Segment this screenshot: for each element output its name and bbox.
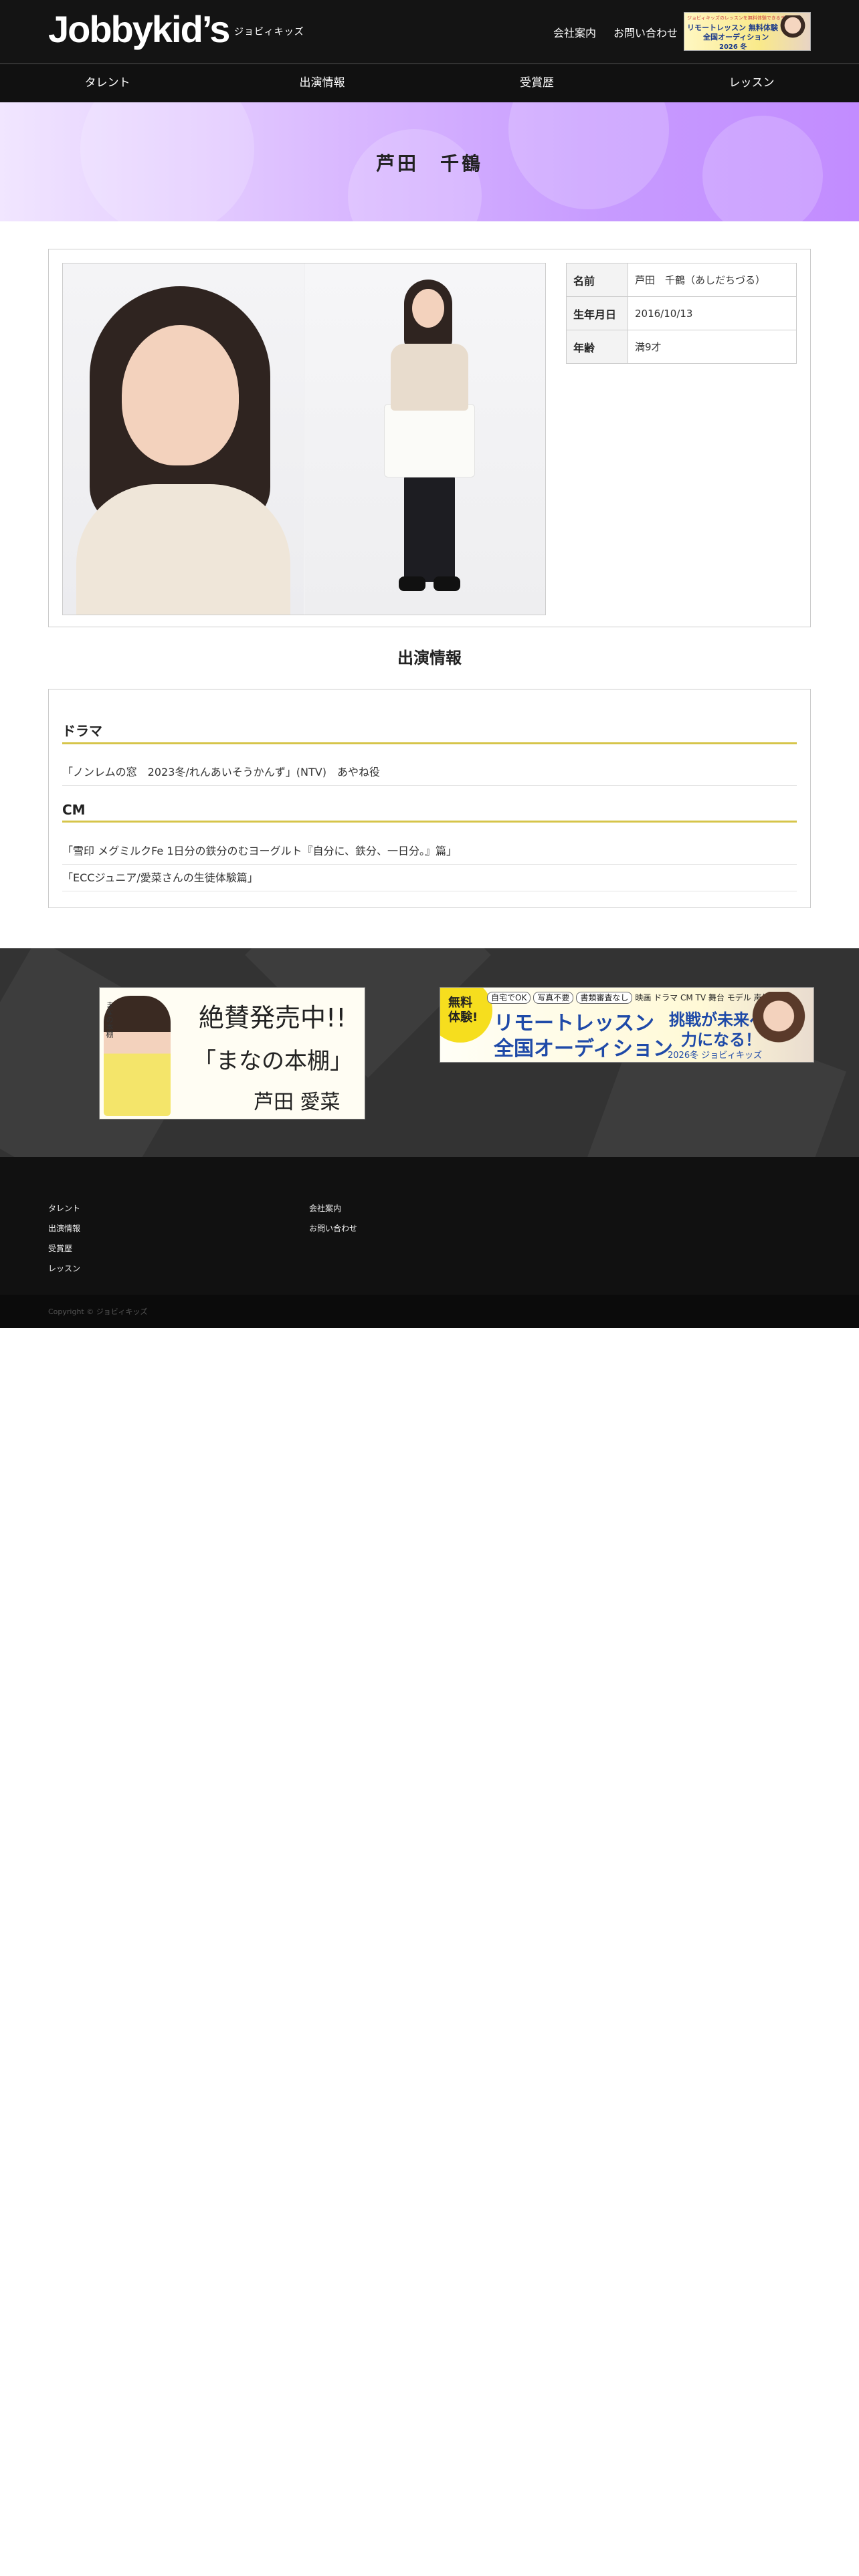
portrait-face: [122, 325, 239, 465]
profile-label: 生年月日: [566, 296, 628, 330]
category-heading-cm: CM: [62, 802, 797, 823]
footer-link-talent[interactable]: タレント: [48, 1202, 80, 1214]
copyright-text: Copyright © ジョビィキッズ: [48, 1307, 148, 1316]
profile-row-name: 名前 芦田 千鶴（あしだちづる）: [566, 263, 797, 297]
audition-tags: 自宅でOK 写真不要 書類審査なし 映画 ドラマ CM TV 舞台 モデル 声優: [487, 992, 770, 1004]
site-logo[interactable]: Jobbykid’s: [48, 9, 230, 49]
profile-label: 年齢: [566, 330, 628, 364]
book-banner-title: 「まなの本棚」: [193, 1048, 353, 1075]
footer-link-awards[interactable]: 受賞歴: [48, 1243, 72, 1254]
footer-link-lessons[interactable]: レッスン: [48, 1263, 80, 1274]
site-footer: タレント 出演情報 受賞歴 レッスン 会社案内 お問い合わせ: [0, 1157, 859, 1295]
audition-main-line2: 全国オーディション: [494, 1037, 673, 1061]
book-banner-author: 芦田 愛菜: [254, 1091, 341, 1114]
main-nav-talent[interactable]: タレント: [0, 64, 215, 102]
profile-info-table: 名前 芦田 千鶴（あしだちづる） 生年月日 2016/10/13 年齢 満9才: [566, 263, 797, 364]
portrait-photo: [63, 263, 304, 615]
nav-company-link[interactable]: 会社案内: [553, 24, 596, 40]
profile-row-birthdate: 生年月日 2016/10/13: [566, 296, 797, 330]
performance-item: 「雪印 メグミルクFe 1日分の鉄分のむヨーグルト『自分に、鉄分、一日分。』篇」: [62, 842, 797, 865]
header-banner-photo: [779, 15, 806, 49]
free-trial-text: 無料体験!: [448, 996, 478, 1025]
profile-photo[interactable]: [62, 263, 546, 615]
profile-value: 芦田 千鶴（あしだちづる）: [628, 263, 797, 297]
performance-item: 「ECCジュニア/愛菜さんの生徒体験篇」: [62, 869, 797, 891]
full-body-face: [412, 289, 444, 328]
performance-box: ドラマ 「ノンレムの窓 2023冬/れんあいそうかんず」(NTV) あやね役 C…: [48, 689, 811, 908]
full-body-shoe: [399, 576, 425, 591]
audition-tag: 写真不要: [533, 992, 574, 1004]
page-hero: 芦田 千鶴: [0, 102, 859, 221]
copyright-bar: Copyright © ジョビィキッズ: [0, 1295, 859, 1328]
footer-link-company[interactable]: 会社案内: [309, 1202, 341, 1214]
full-body-skirt: [384, 404, 475, 477]
full-body-photo: [305, 263, 545, 615]
site-logo-subtitle: ジョビィキッズ: [234, 27, 304, 37]
book-cover-title: まなの本棚: [105, 1001, 114, 1038]
audition-banner-photo: [749, 992, 808, 1061]
audition-season: 2026冬 ジョビィキッズ: [668, 1051, 762, 1061]
nav-contact-link[interactable]: お問い合わせ: [613, 24, 678, 40]
site-header: Jobbykid’s ジョビィキッズ 会社案内 お問い合わせ ジョビィキッズのレ…: [0, 0, 859, 64]
profile-value: 2016/10/13: [628, 296, 797, 330]
main-nav-awards[interactable]: 受賞歴: [430, 64, 644, 102]
full-body-legs: [404, 475, 455, 582]
main-nav: タレント 出演情報 受賞歴 レッスン: [0, 64, 859, 102]
footer-link-performance[interactable]: 出演情報: [48, 1222, 80, 1234]
profile-card: 名前 芦田 千鶴（あしだちづる） 生年月日 2016/10/13 年齢 満9才: [48, 249, 811, 627]
portrait-body: [76, 484, 290, 615]
header-audition-banner[interactable]: ジョビィキッズのレッスンを無料体験できるチャンス！ リモートレッスン 無料体験 …: [684, 12, 811, 51]
main-nav-lessons[interactable]: レッスン: [644, 64, 859, 102]
header-banner-line4: 2026 冬: [719, 43, 747, 51]
audition-tag: 書類審査なし: [576, 992, 633, 1004]
footer-link-contact[interactable]: お問い合わせ: [309, 1222, 357, 1234]
full-body-top: [391, 344, 468, 411]
book-banner-headline: 絶賛発売中!!: [199, 1003, 347, 1033]
free-trial-badge: 無料体験!: [440, 988, 492, 1043]
audition-tag: 自宅でOK: [487, 992, 531, 1004]
promo-banner-section: まなの本棚 絶賛発売中!! 「まなの本棚」 芦田 愛菜 無料体験! 自宅でOK 写…: [0, 948, 859, 1157]
full-body-shoe: [434, 576, 460, 591]
performance-section-title: 出演情報: [397, 649, 462, 667]
category-heading-drama: ドラマ: [62, 720, 797, 744]
performance-item: 「ノンレムの窓 2023冬/れんあいそうかんず」(NTV) あやね役: [62, 763, 797, 786]
profile-value: 満9才: [628, 330, 797, 364]
book-banner[interactable]: まなの本棚 絶賛発売中!! 「まなの本棚」 芦田 愛菜: [99, 987, 365, 1119]
profile-row-age: 年齢 満9才: [566, 330, 797, 364]
audition-banner[interactable]: 無料体験! 自宅でOK 写真不要 書類審査なし 映画 ドラマ CM TV 舞台 モデル…: [440, 987, 814, 1063]
page-title: 芦田 千鶴: [375, 152, 483, 175]
profile-label: 名前: [566, 263, 628, 297]
main-nav-performance[interactable]: 出演情報: [215, 64, 430, 102]
